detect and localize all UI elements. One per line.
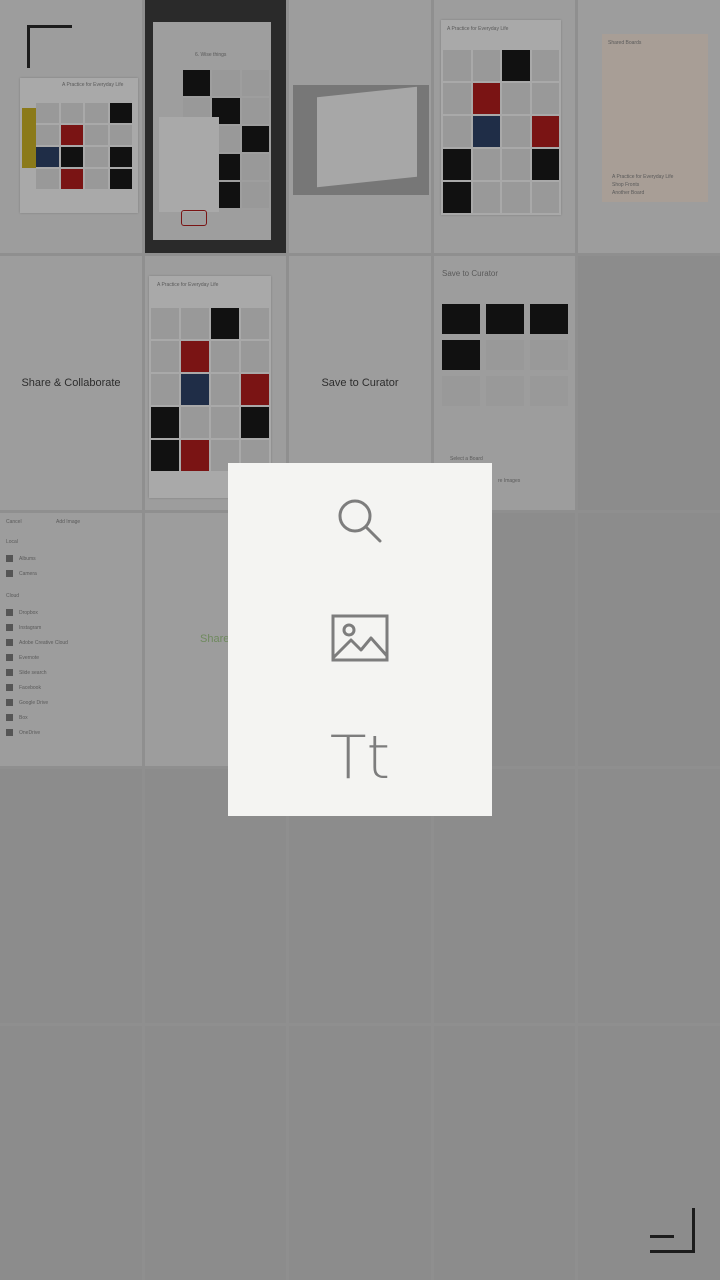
thumb-cell-empty-13 <box>434 1026 575 1280</box>
board-preview-title: A Practice for Everyday Life <box>447 26 509 32</box>
thumb-cell-empty-9 <box>578 769 720 1023</box>
text-button[interactable]: Tt <box>320 723 400 793</box>
add-image-screen[interactable]: Cancel Add Image Local Albums Camera Clo… <box>0 513 142 766</box>
thumb-cell-2[interactable]: 6. Wise things <box>145 0 286 253</box>
thumb-cell-share[interactable]: Share & Collaborate <box>0 256 142 510</box>
thumb-cell-5[interactable]: Shared Boards A Practice for Everyday Li… <box>578 0 720 253</box>
board-item-3: Another Board <box>612 190 645 196</box>
select-board-dropdown: Select a Board <box>450 456 483 462</box>
local-item-2: Camera <box>6 566 37 581</box>
cloud-section: Cloud <box>6 593 20 599</box>
cloud-item-1: Dropbox <box>6 605 68 620</box>
cloud-item-5: Slide search <box>6 665 68 680</box>
board-title-2: A Practice for Everyday Life <box>157 282 219 288</box>
image-icon <box>331 614 389 662</box>
save-images-button: re Images <box>498 478 521 484</box>
zoom-out-corner-button[interactable] <box>650 1208 695 1253</box>
top-left-corner-bracket <box>27 25 72 68</box>
share-collaborate-label: Share & Collaborate <box>21 377 121 389</box>
cloud-item-8: Box <box>6 710 68 725</box>
cloud-item-2: Instagram <box>6 620 68 635</box>
save-header: Save to Curator <box>442 269 499 278</box>
text-icon: Tt <box>329 723 391 793</box>
wise-things-title: 6. Wise things <box>195 52 227 58</box>
search-button[interactable] <box>320 491 400 551</box>
thumb-cell-empty-1 <box>578 256 720 510</box>
save-to-curator-label: Save to Curator <box>321 377 399 389</box>
thumb-cell-empty-4 <box>578 513 720 766</box>
cloud-item-6: Facebook <box>6 680 68 695</box>
local-item-1: Albums <box>6 551 37 566</box>
thumb-cell-empty-5 <box>0 769 142 1023</box>
local-section: Local <box>6 539 18 545</box>
image-button[interactable] <box>320 608 400 668</box>
shared-boards-title: Shared Boards <box>608 40 642 46</box>
cloud-item-3: Adobe Creative Cloud <box>6 635 68 650</box>
add-image-title: Add Image <box>56 519 81 525</box>
board-item-1: A Practice for Everyday Life <box>612 174 674 180</box>
cloud-item-9: OneDrive <box>6 725 68 740</box>
thumb-cell-empty-12 <box>289 1026 431 1280</box>
thumb-cell-empty-11 <box>145 1026 286 1280</box>
thumb-cell-4[interactable]: A Practice for Everyday Life <box>434 0 575 253</box>
thumb-cell-empty-10 <box>0 1026 142 1280</box>
cloud-item-7: Google Drive <box>6 695 68 710</box>
add-content-menu: Tt <box>228 463 492 816</box>
share-partial-label: Share <box>200 633 230 645</box>
cloud-item-4: Evernote <box>6 650 68 665</box>
thumb-cell-3[interactable] <box>289 0 431 253</box>
board-item-2: Shop Fronts <box>612 182 640 188</box>
mini-board-title: A Practice for Everyday Life <box>62 82 124 88</box>
add-image-cancel: Cancel <box>6 519 22 525</box>
mini-board-preview: A Practice for Everyday Life <box>20 78 138 213</box>
thumb-cell-empty-14 <box>578 1026 720 1280</box>
search-icon <box>338 499 382 543</box>
